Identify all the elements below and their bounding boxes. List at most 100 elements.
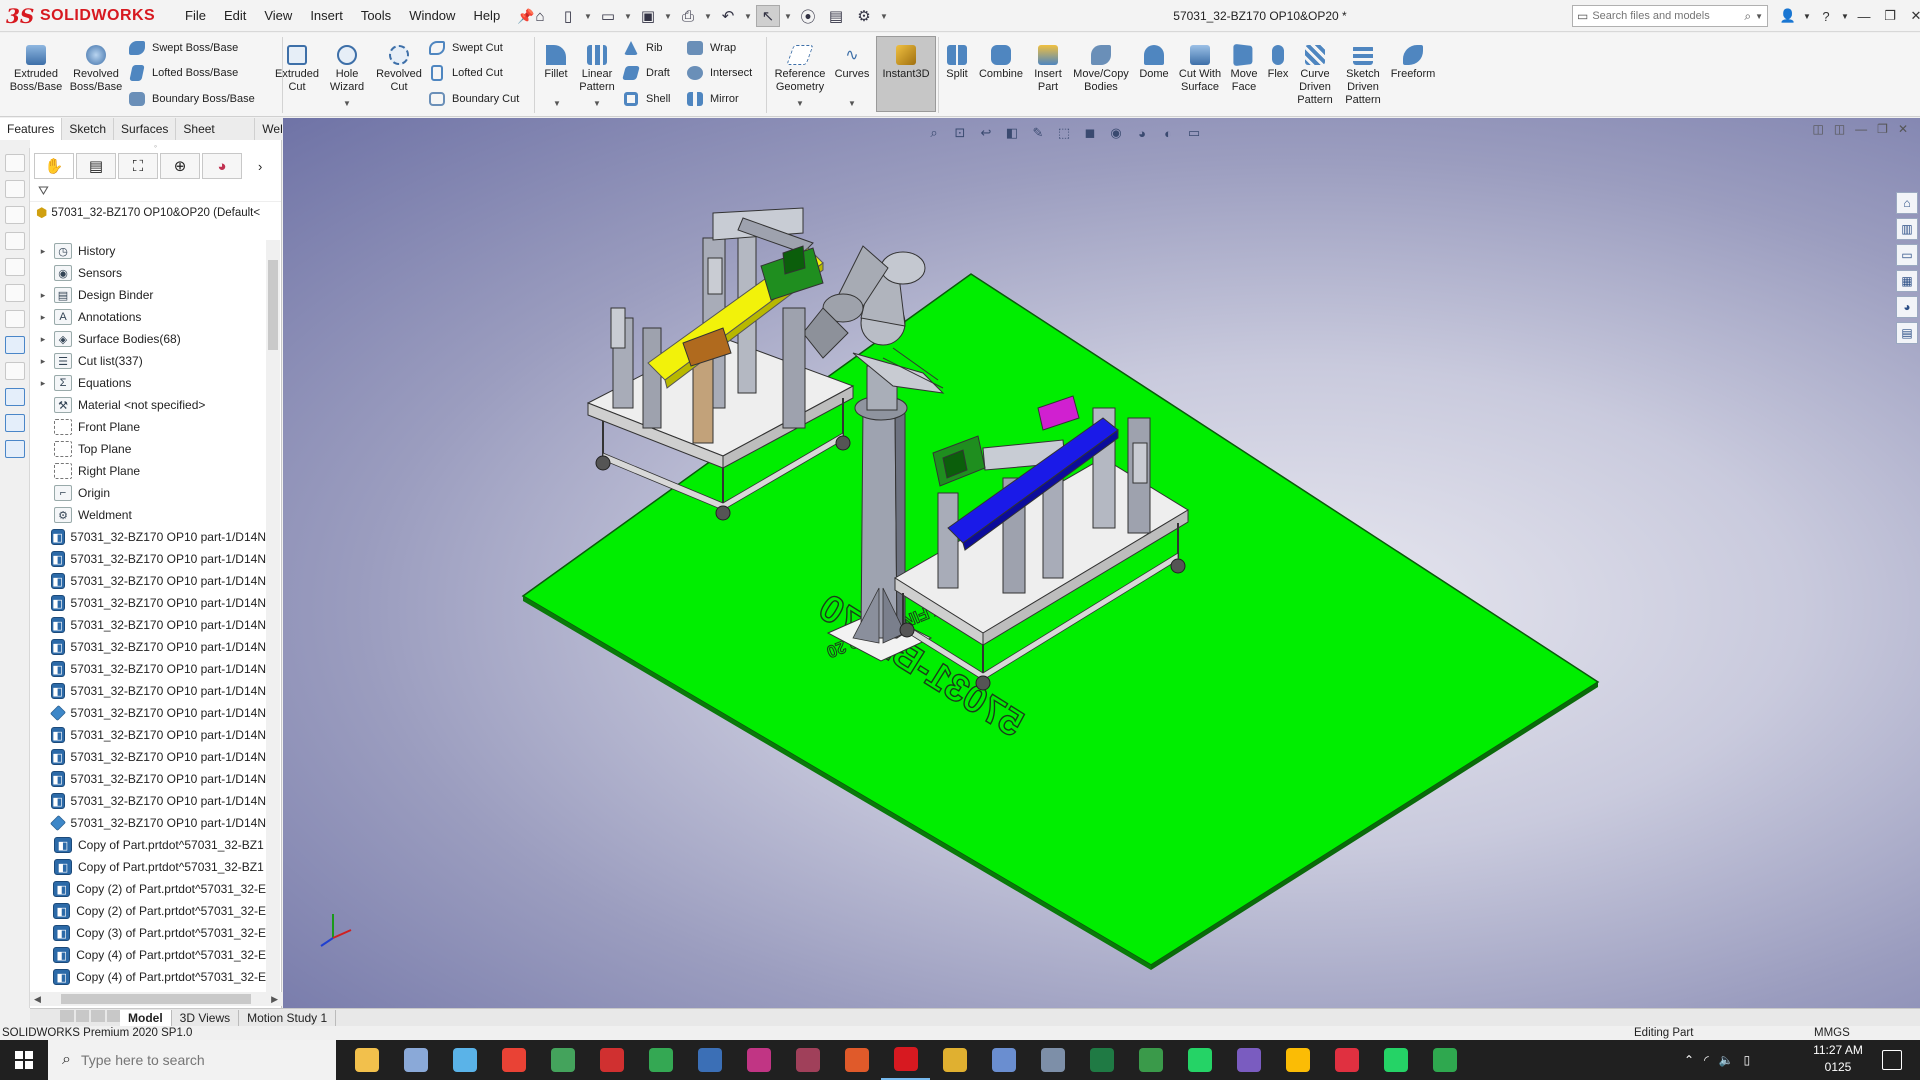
tree-item[interactable]: Front Plane [30,416,266,438]
tree-item[interactable]: ⚙ Weldment [30,504,266,526]
chevron-down-icon[interactable]: ▼ [744,12,752,21]
lofted-boss-button[interactable]: Lofted Boss/Base [128,62,238,84]
chevron-down-icon[interactable]: ▼ [553,99,561,108]
tree-item[interactable]: ◧ 57031_32-BZ170 OP10 part-1/D14N [30,592,266,614]
expand-arrow-icon[interactable]: ▸ [36,378,50,389]
wifi-icon[interactable]: ◜ [1704,1053,1709,1067]
lofted-cut-button[interactable]: Lofted Cut [428,62,503,84]
help-icon[interactable]: ? [1814,4,1838,28]
toolbar-icon[interactable] [5,362,25,380]
chevron-down-icon[interactable]: ▼ [1802,4,1812,28]
curve-driven-pattern-button[interactable]: Curve Driven Pattern [1292,45,1338,107]
chevron-right-icon[interactable]: ▶ [271,994,278,1005]
tree-item[interactable]: ▸ Σ Equations [30,372,266,394]
chevron-right-icon[interactable]: › [258,159,262,174]
taskbar-app-whatsapp-2[interactable] [1371,1040,1420,1080]
tree-item[interactable]: ▸ A Annotations [30,306,266,328]
tab-features[interactable]: Features [0,118,63,140]
tree-item[interactable]: ⌐ Origin [30,482,266,504]
menu-view[interactable]: View [255,0,301,32]
appearances-icon[interactable]: ◕ [1896,296,1918,318]
tile-left-icon[interactable]: ◫ [1812,122,1823,136]
tree-item[interactable]: 57031_32-BZ170 OP10 part-1/D14N [30,812,266,834]
taskbar-app-app-10[interactable] [783,1040,832,1080]
search-input[interactable] [1592,10,1741,22]
tree-item[interactable]: ◧ 57031_32-BZ170 OP10 part-1/D14N [30,614,266,636]
unit-system-selector[interactable]: MMGS [1814,1026,1850,1040]
cut-with-surface-button[interactable]: Cut With Surface [1176,45,1224,94]
tree-item[interactable]: ◧ 57031_32-BZ170 OP10 part-1/D14N [30,636,266,658]
taskbar-app-chrome[interactable] [489,1040,538,1080]
tree-item[interactable]: ◧ 57031_32-BZ170 OP10 part-1/D14N [30,746,266,768]
restore-icon[interactable]: ❐ [1878,4,1902,28]
taskbar-app-whatsapp[interactable] [1175,1040,1224,1080]
home-icon[interactable]: ⌂ [528,5,552,27]
volume-icon[interactable]: 🔈 [1719,1053,1734,1067]
taskbar-app-app-23[interactable] [1420,1040,1469,1080]
minimize-icon[interactable]: — [1855,122,1867,136]
chevron-down-icon[interactable]: ▼ [1755,12,1763,21]
user-icon[interactable]: 👤 [1776,4,1800,28]
tree-item[interactable]: ◧ 57031_32-BZ170 OP10 part-1/D14N [30,548,266,570]
toolbar-icon[interactable] [5,154,25,172]
zoom-to-fit-icon[interactable]: ⌕ [923,123,945,143]
apply-scene-icon[interactable]: ◐ [1157,123,1179,143]
chevron-left-icon[interactable]: ◀ [34,994,41,1005]
taskbar-app-app-14[interactable] [979,1040,1028,1080]
revolved-boss-button[interactable]: Revolved Boss/Base [66,45,126,94]
close-icon[interactable]: ✕ [1898,122,1908,136]
tree-item[interactable]: ◧ Copy (4) of Part.prtdot^57031_32-E [30,944,266,966]
taskbar-app-app-15[interactable] [1028,1040,1077,1080]
instant3d-button[interactable]: Instant3D [876,36,936,112]
select-filter-icon[interactable] [5,336,25,354]
file-explorer-icon[interactable]: ▭ [1896,244,1918,266]
menu-file[interactable]: File [176,0,215,32]
tree-item[interactable]: ◧ Copy (2) of Part.prtdot^57031_32-E [30,900,266,922]
taskbar-search-input[interactable] [80,1052,301,1068]
intersect-button[interactable]: Intersect [686,62,752,84]
taskbar-app-calculator[interactable] [685,1040,734,1080]
tree-item[interactable]: ▸ ◈ Surface Bodies(68) [30,328,266,350]
flex-button[interactable]: Flex [1264,45,1292,81]
chevron-down-icon[interactable]: ▼ [1840,4,1850,28]
close-icon[interactable]: ✕ [1904,4,1920,28]
fillet-button[interactable]: Fillet [536,45,576,81]
tile-right-icon[interactable]: ◫ [1834,122,1845,136]
zoom-to-area-icon[interactable]: ⊡ [949,123,971,143]
custom-properties-icon[interactable]: ▤ [1896,322,1918,344]
toolbar-icon[interactable] [5,440,25,458]
shell-button[interactable]: Shell [622,88,670,110]
chevron-down-icon[interactable]: ▼ [784,12,792,21]
taskbar-app-chrome-2[interactable] [636,1040,685,1080]
chevron-down-icon[interactable]: ▼ [880,12,888,21]
scrollbar-thumb[interactable] [61,994,251,1004]
taskbar-search[interactable]: ⌕ [48,1040,336,1080]
tab-sketch[interactable]: Sketch [62,118,115,140]
toolbar-icon[interactable] [5,414,25,432]
boundary-boss-button[interactable]: Boundary Boss/Base [128,88,255,110]
tree-item[interactable]: ◧ Copy (4) of Part.prtdot^57031_32-E [30,966,266,988]
sketch-driven-pattern-button[interactable]: Sketch Driven Pattern [1340,45,1386,107]
tree-item[interactable]: ◧ 57031_32-BZ170 OP10 part-1/D14N [30,768,266,790]
view-palette-icon[interactable]: ▦ [1896,270,1918,292]
display-style-icon[interactable]: ◼ [1079,123,1101,143]
print-icon[interactable]: ⎙ [676,5,700,27]
undo-icon[interactable]: ↶ [716,5,740,27]
tree-item[interactable]: ▸ ◷ History [30,240,266,262]
section-view-icon[interactable]: ◧ [1001,123,1023,143]
expand-arrow-icon[interactable]: ▸ [36,290,50,301]
taskbar-app-app-2[interactable] [391,1040,440,1080]
revolved-cut-button[interactable]: Revolved Cut [372,45,426,94]
part-root-node[interactable]: ⬢ 57031_32-BZ170 OP10&OP20 (Default< [30,202,281,224]
tree-item[interactable]: ◉ Sensors [30,262,266,284]
taskbar-app-app-19[interactable] [1224,1040,1273,1080]
restore-icon[interactable]: ❐ [1877,122,1888,136]
taskbar-app-solidworks[interactable] [881,1040,930,1080]
chevron-down-icon[interactable]: ▼ [704,12,712,21]
feature-tree-tab-icon[interactable]: ✋ [34,153,74,179]
windows-start-button[interactable] [0,1040,48,1080]
configuration-manager-tab-icon[interactable]: ⛶ [118,153,158,179]
toolbar-icon[interactable] [5,258,25,276]
expand-arrow-icon[interactable]: ▸ [36,312,50,323]
hole-wizard-button[interactable]: Hole Wizard [322,45,372,94]
